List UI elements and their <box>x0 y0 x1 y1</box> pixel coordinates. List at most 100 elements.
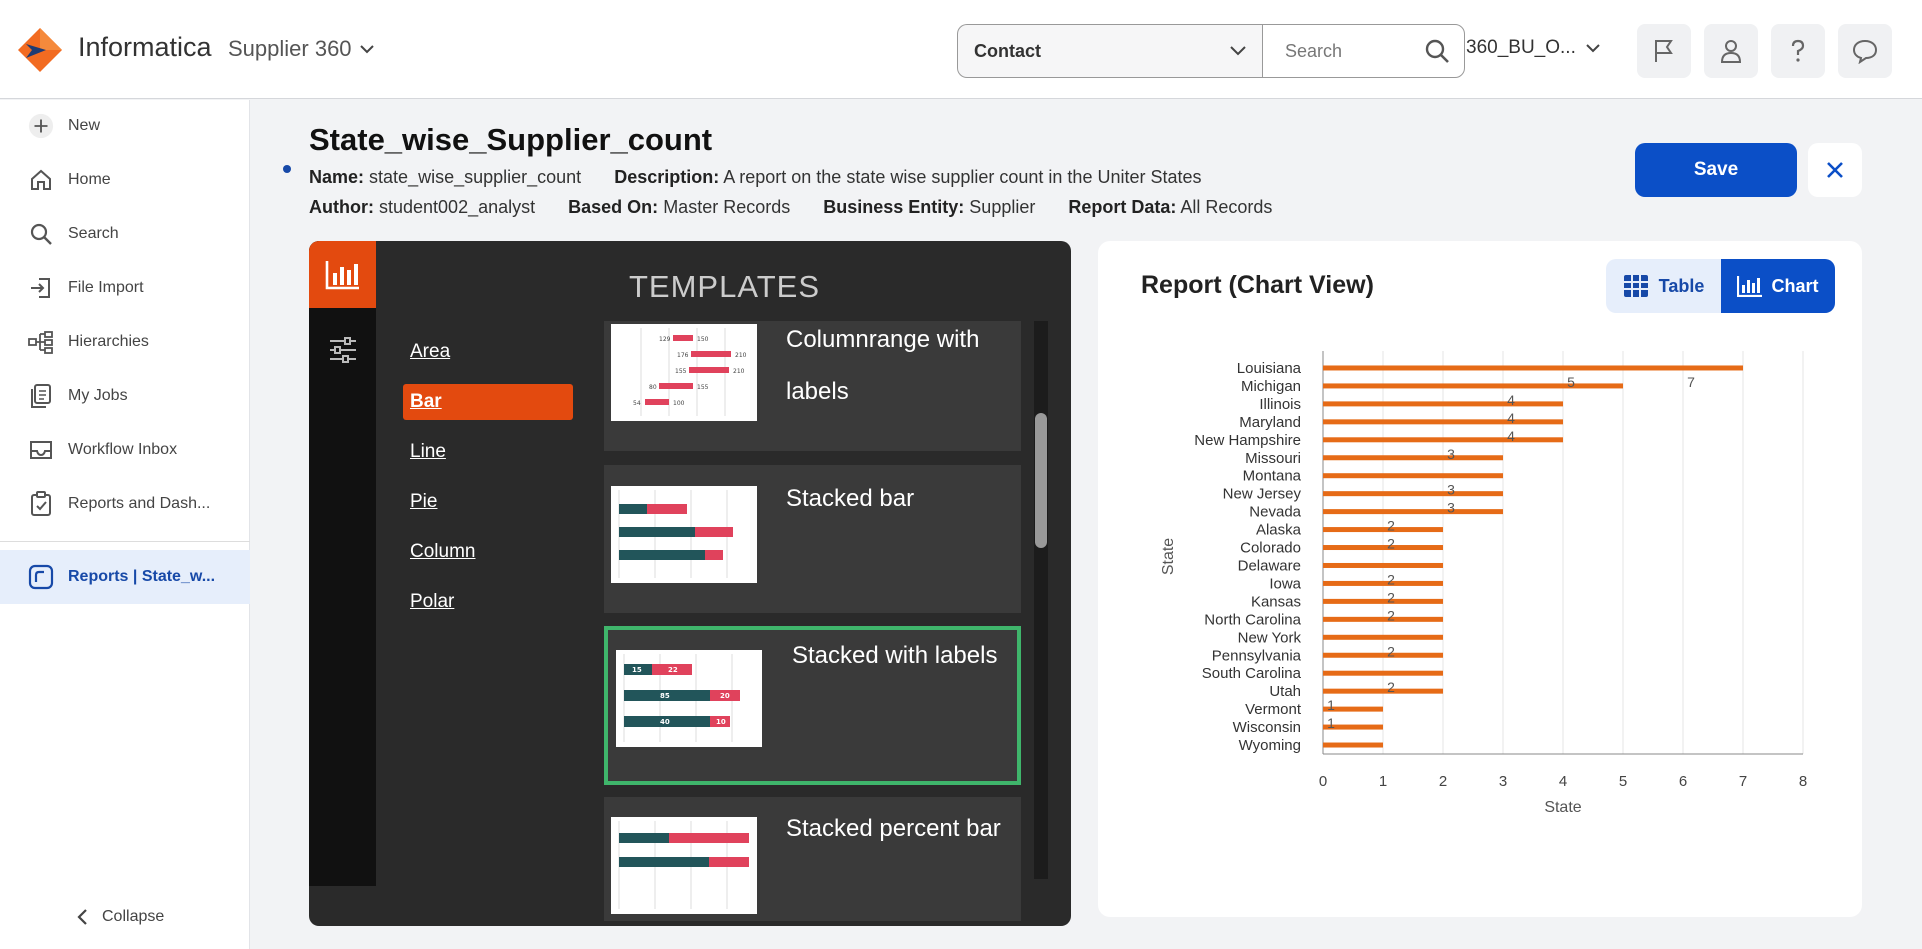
chart-view-label: Chart <box>1771 275 1819 296</box>
y-category-label: Delaware <box>1238 557 1301 574</box>
template-card-stacked-bar[interactable]: Stacked bar <box>604 465 1021 613</box>
template-card-label: Stacked percent bar <box>786 815 1001 842</box>
chevron-left-icon <box>77 909 87 925</box>
data-label: 7 <box>1687 374 1695 390</box>
data-label: 4 <box>1507 410 1515 426</box>
report-meta-line2: Author: student002_analyst Based On: Mas… <box>309 197 1272 218</box>
bar <box>1323 365 1743 371</box>
chart-view-button[interactable]: Chart <box>1721 259 1835 313</box>
template-card-label: Columnrange with labels <box>786 326 980 405</box>
sidebar-tab-report[interactable]: Reports | State_w... <box>0 550 250 604</box>
y-category-label: Iowa <box>1269 575 1301 592</box>
bar <box>1323 401 1563 407</box>
chat-button[interactable] <box>1838 24 1892 78</box>
bar <box>1323 455 1503 461</box>
data-label: 1 <box>1327 715 1335 731</box>
inbox-icon <box>28 437 54 463</box>
y-category-label: Missouri <box>1245 450 1301 467</box>
y-category-label: Colorado <box>1240 540 1301 557</box>
templates-heading: TEMPLATES <box>629 269 821 304</box>
chart-settings-tab[interactable] <box>309 325 376 375</box>
user-button[interactable] <box>1704 24 1758 78</box>
sidebar-item-my-jobs[interactable]: My Jobs <box>0 373 250 419</box>
template-card-label: Stacked with labels <box>792 642 998 669</box>
bar <box>1323 688 1443 694</box>
template-card-label: Stacked bar <box>786 485 915 512</box>
y-category-label: Wisconsin <box>1233 719 1301 736</box>
thumb-label: 80 <box>649 384 657 391</box>
save-button[interactable]: Save <box>1635 143 1797 197</box>
template-card-stacked-with-labels[interactable]: 15 22 85 20 40 10 Stacked with labels <box>604 626 1021 785</box>
sidebar: New Home Search File Import Hierarchies … <box>0 100 250 949</box>
y-category-label: Utah <box>1269 683 1301 700</box>
x-tick-label: 6 <box>1679 773 1687 790</box>
sidebar-item-label: File Import <box>68 279 144 296</box>
flag-button[interactable] <box>1637 24 1691 78</box>
product-switcher[interactable]: Supplier 360 <box>228 36 374 62</box>
chart-type-bar[interactable]: Bar <box>403 384 573 420</box>
report-data: All Records <box>1180 197 1273 217</box>
search-icon[interactable] <box>1424 38 1450 64</box>
close-button[interactable] <box>1808 143 1862 197</box>
templates-panel: TEMPLATES Area Bar Line Pie Column Polar… <box>309 241 1071 926</box>
y-category-label: Vermont <box>1245 701 1302 718</box>
search-input[interactable] <box>1285 40 1405 62</box>
y-category-label: New York <box>1238 629 1302 646</box>
data-label: 2 <box>1387 679 1395 695</box>
bar <box>1323 383 1623 389</box>
plus-icon <box>28 113 54 139</box>
sidebar-item-home[interactable]: Home <box>0 157 250 203</box>
bar-chart-icon <box>325 260 359 289</box>
help-button[interactable] <box>1771 24 1825 78</box>
chat-icon <box>1852 39 1878 64</box>
chart-type-pie[interactable]: Pie <box>410 491 437 513</box>
bar <box>1323 562 1443 568</box>
data-label: 2 <box>1387 518 1395 534</box>
hierarchy-icon <box>28 329 54 355</box>
y-category-label: Illinois <box>1259 396 1301 413</box>
y-category-label: North Carolina <box>1204 611 1301 628</box>
data-label: 4 <box>1507 392 1515 408</box>
x-tick-label: 7 <box>1739 773 1747 790</box>
sidebar-item-reports[interactable]: Reports and Dash... <box>0 481 250 527</box>
template-card-columnrange[interactable]: 129 150 176 210 155 210 80 155 54 100 Co… <box>604 321 1021 451</box>
entity-select-value: Contact <box>974 40 1041 61</box>
y-category-label: Maryland <box>1239 414 1301 431</box>
chart-type-polar[interactable]: Polar <box>410 591 454 613</box>
sidebar-item-new[interactable]: New <box>0 103 250 149</box>
template-card-stacked-percent-bar[interactable]: Stacked percent bar <box>604 797 1021 921</box>
sidebar-item-label: Hierarchies <box>68 333 149 350</box>
sidebar-item-workflow-inbox[interactable]: Workflow Inbox <box>0 427 250 473</box>
y-category-label: Kansas <box>1251 593 1301 610</box>
table-view-button[interactable]: Table <box>1606 259 1721 313</box>
data-label: 2 <box>1387 643 1395 659</box>
report-tab-icon <box>28 564 54 590</box>
collapse-button[interactable]: Collapse <box>76 908 164 926</box>
templates-scrollbar[interactable] <box>1034 321 1048 879</box>
bar <box>1323 598 1443 604</box>
chart-templates-tab[interactable] <box>309 241 376 308</box>
data-label: 2 <box>1387 536 1395 552</box>
bar-chart-icon <box>1737 276 1763 297</box>
sidebar-item-search[interactable]: Search <box>0 211 250 257</box>
entity-select[interactable]: Contact <box>957 24 1263 78</box>
sidebar-item-hierarchies[interactable]: Hierarchies <box>0 319 250 365</box>
chart-type-area[interactable]: Area <box>410 341 450 363</box>
org-selector[interactable]: 360_BU_O... <box>1466 37 1600 59</box>
y-category-label: Louisiana <box>1237 360 1302 377</box>
chart-panel-title: Report (Chart View) <box>1141 271 1374 299</box>
y-category-label: South Carolina <box>1202 665 1302 682</box>
thumb-label: 155 <box>697 384 709 391</box>
bar <box>1323 742 1383 748</box>
x-tick-label: 3 <box>1499 773 1507 790</box>
chart-type-column[interactable]: Column <box>410 541 475 563</box>
bar <box>1323 580 1443 586</box>
chart-type-line[interactable]: Line <box>410 441 446 463</box>
templates-scrollbar-thumb[interactable] <box>1035 413 1047 548</box>
thumb-label: 15 <box>632 666 642 674</box>
report-business-entity: Supplier <box>969 197 1036 217</box>
brand-name: Informatica <box>78 32 212 62</box>
user-icon <box>1720 40 1742 63</box>
file-import-icon <box>28 275 54 301</box>
sidebar-item-file-import[interactable]: File Import <box>0 265 250 311</box>
